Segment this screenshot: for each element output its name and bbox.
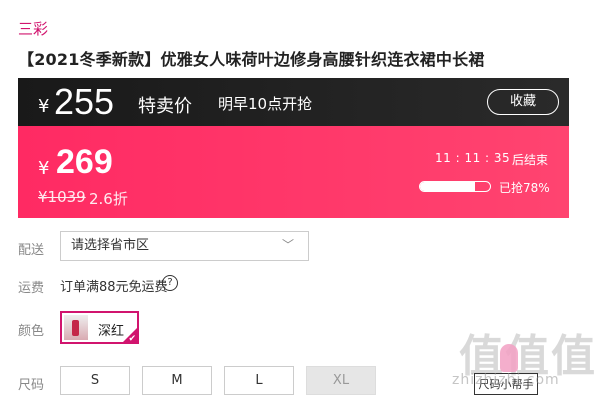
size-option-m[interactable]: M	[142, 366, 212, 395]
countdown-suffix: 后结束	[512, 153, 549, 167]
current-price: 269	[56, 143, 113, 181]
delivery-placeholder: 请选择省市区	[71, 238, 150, 253]
promo-bar: ¥ 255 特卖价 明早10点开抢 收藏	[18, 78, 569, 126]
size-option-l[interactable]: L	[224, 366, 294, 395]
sold-progress-text: 已抢78%	[499, 181, 550, 195]
color-option-label: 深红	[98, 324, 125, 339]
chevron-down-icon: ﹀	[281, 238, 294, 252]
watermark-mascot	[500, 344, 518, 372]
color-thumbnail	[64, 315, 88, 340]
size-option-xl: XL	[306, 366, 376, 395]
sold-progress-fill	[420, 182, 475, 191]
promo-price: 255	[54, 81, 115, 122]
original-price: ¥1039	[38, 188, 86, 206]
promo-label: 特卖价	[138, 96, 192, 117]
price-panel: ¥ 269 ¥1039 2.6折 11 : 11 : 35 后结束 已抢78%	[18, 126, 569, 218]
color-label: 颜色	[18, 324, 45, 339]
discount-label: 2.6折	[89, 190, 128, 208]
color-option-dark-red[interactable]: 深红 ✔	[60, 311, 139, 344]
sold-progress-bar	[419, 181, 491, 192]
promo-currency: ¥	[38, 96, 50, 117]
delivery-region-select[interactable]: 请选择省市区 ﹀	[60, 231, 309, 261]
freight-label: 运费	[18, 281, 45, 296]
product-title: 【2021冬季新款】优雅女人味荷叶边修身高腰针织连衣裙中长裙	[18, 50, 485, 69]
check-icon: ✔	[128, 334, 136, 344]
size-option-s[interactable]: S	[60, 366, 130, 395]
size-label: 尺码	[18, 378, 45, 393]
delivery-label: 配送	[18, 243, 45, 258]
brand-name[interactable]: 三彩	[18, 18, 48, 39]
question-circle-icon[interactable]: ?	[162, 275, 178, 291]
countdown-timer: 11 : 11 : 35	[435, 151, 511, 165]
watermark-url: zhizhizhi.com	[452, 372, 560, 388]
freight-text: 订单满88元免运费	[60, 280, 168, 295]
favorite-button[interactable]: 收藏	[487, 89, 559, 115]
current-currency: ¥	[38, 158, 50, 179]
promo-start-time: 明早10点开抢	[218, 95, 313, 113]
